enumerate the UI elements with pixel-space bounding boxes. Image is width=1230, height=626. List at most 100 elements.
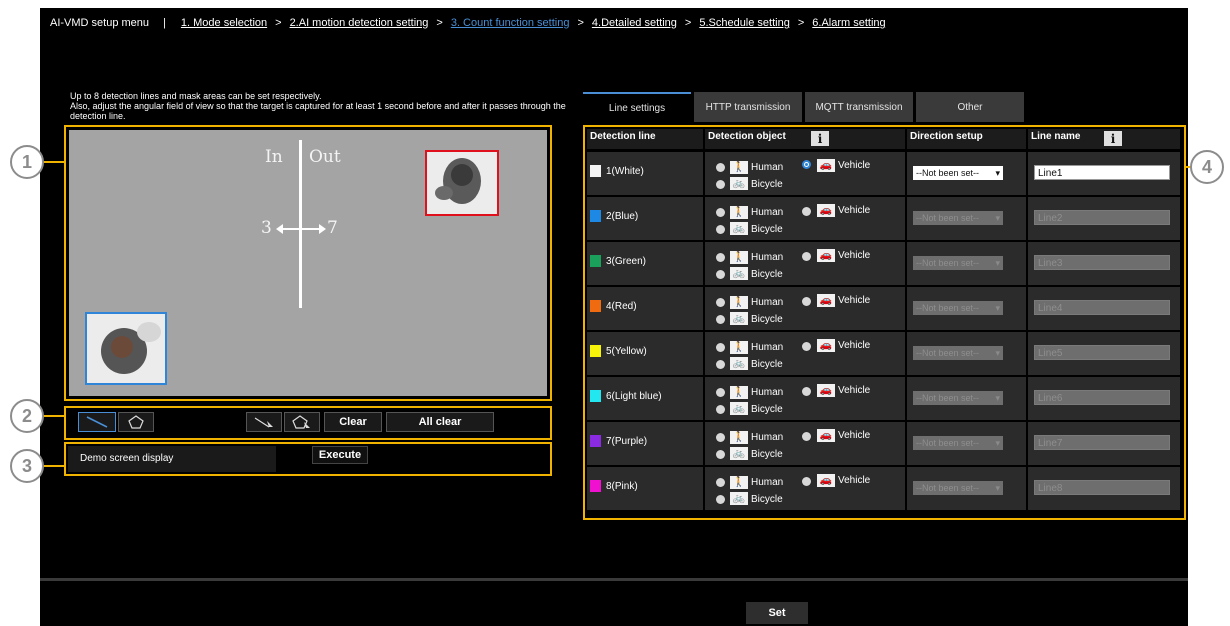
line-name-input[interactable]: Line6 bbox=[1034, 390, 1170, 405]
bicycle-radio[interactable] bbox=[716, 225, 725, 234]
line-name-input[interactable]: Line2 bbox=[1034, 210, 1170, 225]
direction-select[interactable]: --Not been set-- bbox=[913, 436, 1003, 450]
detection-object-cell: 🚶 Human 🚗 Vehicle 🚲 Bicycle bbox=[705, 467, 905, 510]
clear-button[interactable]: Clear bbox=[324, 412, 382, 432]
erase-area-icon[interactable] bbox=[284, 412, 320, 432]
info-icon[interactable]: i bbox=[811, 131, 829, 146]
bicycle-label: Bicycle bbox=[751, 224, 783, 235]
detected-person-red bbox=[425, 150, 499, 216]
vehicle-radio[interactable] bbox=[802, 387, 811, 396]
human-label: Human bbox=[751, 252, 784, 263]
vehicle-icon: 🚗 bbox=[817, 294, 835, 307]
camera-preview[interactable]: In Out 3 7 bbox=[69, 130, 547, 396]
callout-3: 3 bbox=[10, 449, 44, 483]
tab-mqtt-transmission[interactable]: MQTT transmission bbox=[805, 92, 913, 122]
human-radio[interactable] bbox=[716, 253, 725, 262]
vehicle-icon: 🚗 bbox=[817, 159, 835, 172]
step-schedule-setting[interactable]: 5.Schedule setting bbox=[696, 17, 793, 29]
human-radio[interactable] bbox=[716, 163, 725, 172]
human-icon: 🚶 bbox=[730, 296, 748, 309]
bicycle-radio[interactable] bbox=[716, 405, 725, 414]
human-icon: 🚶 bbox=[730, 476, 748, 489]
detection-object-cell: 🚶 Human 🚗 Vehicle 🚲 Bicycle bbox=[705, 422, 905, 465]
vehicle-radio[interactable] bbox=[802, 207, 811, 216]
detection-line-cell: 1(White) bbox=[587, 152, 703, 195]
line-name-input[interactable]: Line4 bbox=[1034, 300, 1170, 315]
direction-select[interactable]: --Not been set-- bbox=[913, 211, 1003, 225]
vehicle-radio[interactable] bbox=[802, 342, 811, 351]
bicycle-radio[interactable] bbox=[716, 495, 725, 504]
bicycle-radio[interactable] bbox=[716, 315, 725, 324]
human-label: Human bbox=[751, 477, 784, 488]
tab-line-settings[interactable]: Line settings bbox=[583, 92, 691, 123]
vehicle-radio[interactable] bbox=[802, 160, 811, 169]
all-clear-button[interactable]: All clear bbox=[386, 412, 494, 432]
human-label: Human bbox=[751, 162, 784, 173]
direction-select[interactable]: --Not been set-- bbox=[913, 391, 1003, 405]
direction-select[interactable]: --Not been set-- bbox=[913, 346, 1003, 360]
setup-screen: AI-VMD setup menu | 1. Mode selection > … bbox=[10, 8, 1224, 626]
info-icon[interactable]: i bbox=[1104, 131, 1122, 146]
set-button[interactable]: Set bbox=[746, 602, 808, 624]
detection-line[interactable] bbox=[299, 140, 302, 308]
human-radio[interactable] bbox=[716, 343, 725, 352]
line-name-input[interactable]: Line8 bbox=[1034, 480, 1170, 495]
direction-select[interactable]: --Not been set-- bbox=[913, 481, 1003, 495]
bicycle-radio[interactable] bbox=[716, 450, 725, 459]
line-name-cell: Line3 bbox=[1028, 242, 1180, 285]
line-draw-icon[interactable] bbox=[78, 412, 116, 432]
detection-line-cell: 4(Red) bbox=[587, 287, 703, 330]
vehicle-icon: 🚗 bbox=[817, 339, 835, 352]
human-radio[interactable] bbox=[716, 208, 725, 217]
line-name-input[interactable]: Line1 bbox=[1034, 165, 1170, 180]
human-icon: 🚶 bbox=[730, 341, 748, 354]
human-radio[interactable] bbox=[716, 298, 725, 307]
detected-person-blue bbox=[85, 312, 167, 385]
step-ai-motion-detection[interactable]: 2.AI motion detection setting bbox=[287, 17, 432, 29]
human-label: Human bbox=[751, 207, 784, 218]
human-radio[interactable] bbox=[716, 478, 725, 487]
human-radio[interactable] bbox=[716, 388, 725, 397]
line-label: 5(Yellow) bbox=[606, 346, 647, 357]
execute-button[interactable]: Execute bbox=[312, 446, 368, 464]
bicycle-radio[interactable] bbox=[716, 270, 725, 279]
pentagon-area-icon[interactable] bbox=[118, 412, 154, 432]
detection-object-cell: 🚶 Human 🚗 Vehicle 🚲 Bicycle bbox=[705, 242, 905, 285]
human-radio[interactable] bbox=[716, 433, 725, 442]
direction-select[interactable]: --Not been set-- bbox=[913, 166, 1003, 180]
menu-separator: | bbox=[163, 17, 166, 29]
line-name-input[interactable]: Line3 bbox=[1034, 255, 1170, 270]
human-icon: 🚶 bbox=[730, 386, 748, 399]
direction-select[interactable]: --Not been set-- bbox=[913, 256, 1003, 270]
bicycle-icon: 🚲 bbox=[730, 402, 748, 415]
demo-screen-label: Demo screen display bbox=[68, 446, 276, 472]
out-label: Out bbox=[309, 147, 341, 167]
erase-line-icon[interactable] bbox=[246, 412, 282, 432]
step-alarm-setting[interactable]: 6.Alarm setting bbox=[809, 17, 888, 29]
vehicle-radio[interactable] bbox=[802, 477, 811, 486]
line-color-swatch bbox=[590, 210, 601, 222]
bicycle-radio[interactable] bbox=[716, 180, 725, 189]
vehicle-radio[interactable] bbox=[802, 432, 811, 441]
line-label: 3(Green) bbox=[606, 256, 647, 267]
vehicle-radio[interactable] bbox=[802, 297, 811, 306]
vehicle-radio[interactable] bbox=[802, 252, 811, 261]
line-name-input[interactable]: Line5 bbox=[1034, 345, 1170, 360]
table-row: 6(Light blue) 🚶 Human 🚗 Vehicle 🚲 Bicycle --Not… bbox=[587, 377, 1182, 420]
line-color-swatch bbox=[590, 300, 601, 312]
step-count-function[interactable]: 3. Count function setting bbox=[448, 17, 573, 29]
step-detailed-setting[interactable]: 4.Detailed setting bbox=[589, 17, 680, 29]
line-color-swatch bbox=[590, 255, 601, 267]
line-label: 7(Purple) bbox=[606, 436, 648, 447]
tab-other[interactable]: Other bbox=[916, 92, 1024, 122]
tab-http-transmission[interactable]: HTTP transmission bbox=[694, 92, 802, 122]
callout-connector bbox=[44, 465, 64, 467]
bicycle-radio[interactable] bbox=[716, 360, 725, 369]
direction-select[interactable]: --Not been set-- bbox=[913, 301, 1003, 315]
setup-menu-title: AI-VMD setup menu bbox=[50, 17, 150, 29]
vehicle-label: Vehicle bbox=[838, 340, 871, 351]
bicycle-label: Bicycle bbox=[751, 404, 783, 415]
vehicle-label: Vehicle bbox=[838, 385, 871, 396]
step-mode-selection[interactable]: 1. Mode selection bbox=[178, 17, 270, 29]
line-name-input[interactable]: Line7 bbox=[1034, 435, 1170, 450]
